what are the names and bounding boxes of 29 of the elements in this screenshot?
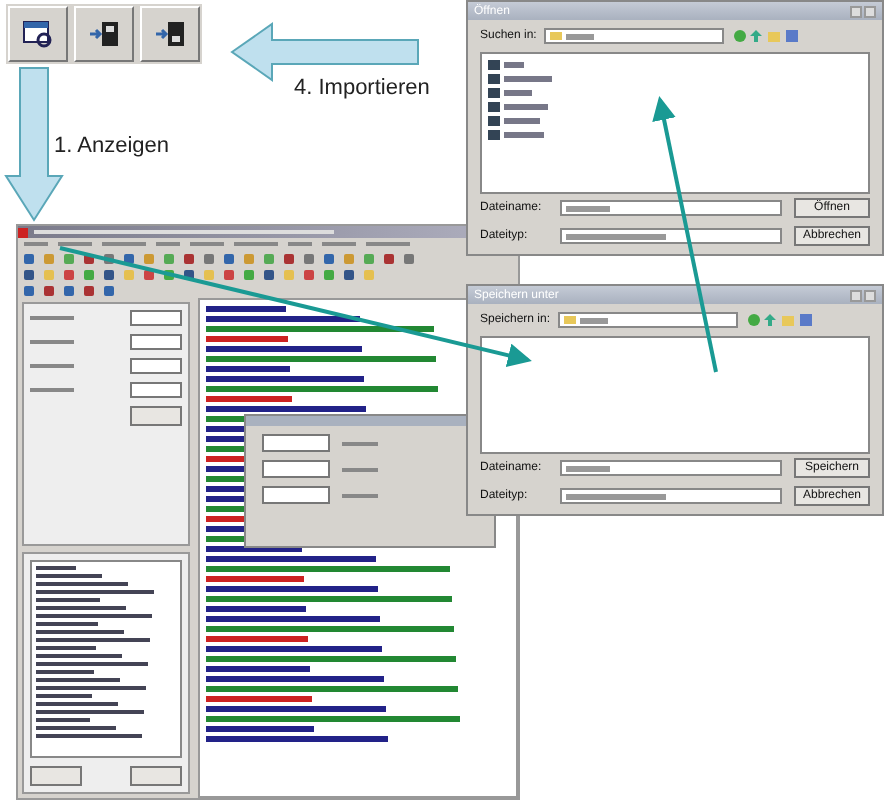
display-button[interactable] <box>8 6 68 62</box>
item-list[interactable] <box>30 559 182 758</box>
panel-button[interactable] <box>130 406 182 426</box>
input-field[interactable] <box>262 486 330 504</box>
file-type-dropdown[interactable] <box>560 228 782 244</box>
input-field[interactable] <box>262 460 330 478</box>
step-label: 1. Anzeigen <box>54 134 169 158</box>
toolbar-icons-drawing[interactable] <box>746 312 815 328</box>
folder-dropdown[interactable] <box>544 28 725 44</box>
file-type-dropdown[interactable] <box>560 488 782 504</box>
input-field[interactable] <box>130 310 182 326</box>
input-field[interactable] <box>130 334 182 350</box>
panel-button[interactable] <box>30 766 82 786</box>
file-list[interactable] <box>480 336 870 454</box>
input-field[interactable] <box>130 382 182 398</box>
input-field[interactable] <box>262 434 330 452</box>
panel-button[interactable] <box>130 766 182 786</box>
step-label: 4. Importieren <box>294 76 430 100</box>
import-icon <box>88 20 120 48</box>
file-list[interactable] <box>480 52 870 194</box>
toolbar-icons-drawing[interactable] <box>732 28 801 44</box>
import-icon <box>154 20 186 48</box>
folder-dropdown[interactable] <box>558 312 739 328</box>
window-search-icon <box>22 20 54 48</box>
file-name-field[interactable] <box>560 200 782 216</box>
import-button[interactable] <box>74 6 134 62</box>
file-name-field[interactable] <box>560 460 782 476</box>
import-button[interactable] <box>140 6 200 62</box>
input-field[interactable] <box>130 358 182 374</box>
